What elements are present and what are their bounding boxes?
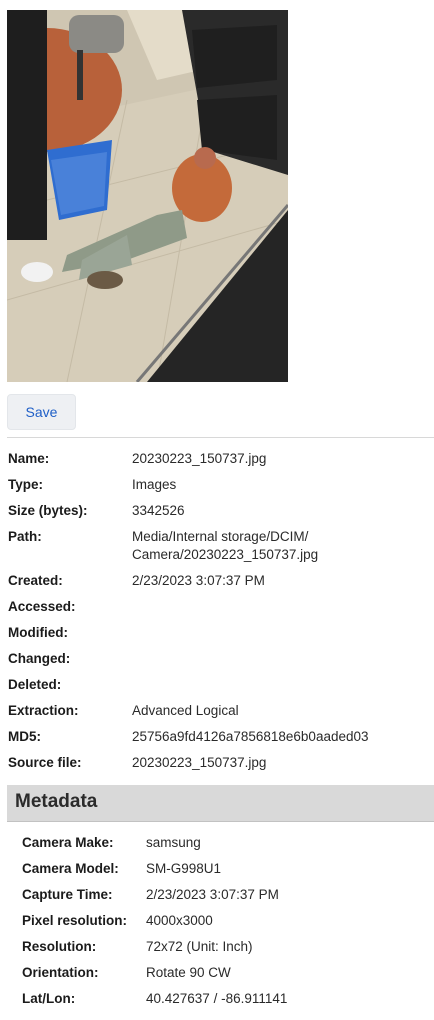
property-label: Size (bytes): — [8, 503, 88, 518]
property-value: Advanced Logical — [132, 703, 239, 718]
metadata-value: 4000x3000 — [146, 913, 213, 928]
property-label: Accessed: — [8, 599, 76, 614]
metadata-title: Metadata — [15, 791, 98, 812]
property-value — [132, 650, 428, 668]
metadata-label: Lat/Lon: — [22, 991, 76, 1006]
metadata-row-orientation: Orientation: Rotate 90 CW — [22, 960, 422, 986]
property-value: 20230223_150737.jpg — [132, 755, 267, 770]
property-row-extraction: Extraction: Advanced Logical — [8, 698, 428, 724]
properties-list: Name: 20230223_150737.jpg Type: Images S… — [8, 446, 428, 776]
property-value — [132, 598, 428, 616]
metadata-row-camera-make: Camera Make: samsung — [22, 830, 422, 856]
property-label: Deleted: — [8, 677, 62, 692]
property-row-changed: Changed: — [8, 646, 428, 672]
property-label: Source file: — [8, 755, 82, 770]
metadata-label: Camera Make: — [22, 835, 114, 850]
property-label: Name: — [8, 451, 50, 466]
property-value: Images — [132, 477, 177, 492]
property-value: 2/23/2023 3:07:37 PM — [132, 573, 265, 588]
property-row-source-file: Source file: 20230223_150737.jpg — [8, 750, 428, 776]
metadata-value: 2/23/2023 3:07:37 PM — [146, 887, 279, 902]
property-value — [132, 676, 428, 694]
property-value: 25756a9fd4126a7856818e6b0aaded03 — [132, 729, 369, 744]
metadata-value: 40.427637 / -86.911141 — [146, 991, 288, 1006]
metadata-value: SM-G998U1 — [146, 861, 222, 876]
property-row-size: Size (bytes): 3342526 — [8, 498, 428, 524]
property-row-modified: Modified: — [8, 620, 428, 646]
property-label: Extraction: — [8, 703, 79, 718]
property-row-name: Name: 20230223_150737.jpg — [8, 446, 428, 472]
property-value: Media/Internal storage/DCIM/ Camera/2023… — [132, 529, 319, 562]
metadata-value: Rotate 90 CW — [146, 965, 231, 980]
metadata-row-capture-time: Capture Time: 2/23/2023 3:07:37 PM — [22, 882, 422, 908]
metadata-value: 72x72 (Unit: Inch) — [146, 939, 253, 954]
property-label: Modified: — [8, 625, 68, 640]
metadata-label: Pixel resolution: — [22, 913, 128, 928]
metadata-section-header[interactable]: Metadata — [7, 785, 434, 822]
metadata-row-resolution: Resolution: 72x72 (Unit: Inch) — [22, 934, 422, 960]
property-row-created: Created: 2/23/2023 3:07:37 PM — [8, 568, 428, 594]
metadata-value: samsung — [146, 835, 201, 850]
property-row-accessed: Accessed: — [8, 594, 428, 620]
property-row-type: Type: Images — [8, 472, 428, 498]
metadata-row-camera-model: Camera Model: SM-G998U1 — [22, 856, 422, 882]
metadata-label: Capture Time: — [22, 887, 113, 902]
metadata-label: Orientation: — [22, 965, 99, 980]
save-button[interactable]: Save — [7, 394, 76, 430]
metadata-row-lat-lon: Lat/Lon: 40.427637 / -86.911141 — [22, 986, 422, 1012]
property-row-deleted: Deleted: — [8, 672, 428, 698]
property-row-md5: MD5: 25756a9fd4126a7856818e6b0aaded03 — [8, 724, 428, 750]
metadata-row-pixel-resolution: Pixel resolution: 4000x3000 — [22, 908, 422, 934]
property-row-path: Path: Media/Internal storage/DCIM/ Camer… — [8, 524, 428, 568]
property-label: Path: — [8, 529, 42, 544]
property-value: 3342526 — [132, 503, 185, 518]
divider — [7, 437, 434, 438]
property-value: 20230223_150737.jpg — [132, 451, 267, 466]
photo-preview — [7, 10, 288, 382]
property-label: Created: — [8, 573, 63, 588]
property-value — [132, 624, 428, 642]
property-label: MD5: — [8, 729, 41, 744]
metadata-list: Camera Make: samsung Camera Model: SM-G9… — [22, 830, 422, 1012]
metadata-label: Camera Model: — [22, 861, 119, 876]
property-label: Type: — [8, 477, 44, 492]
property-label: Changed: — [8, 651, 71, 666]
metadata-label: Resolution: — [22, 939, 97, 954]
